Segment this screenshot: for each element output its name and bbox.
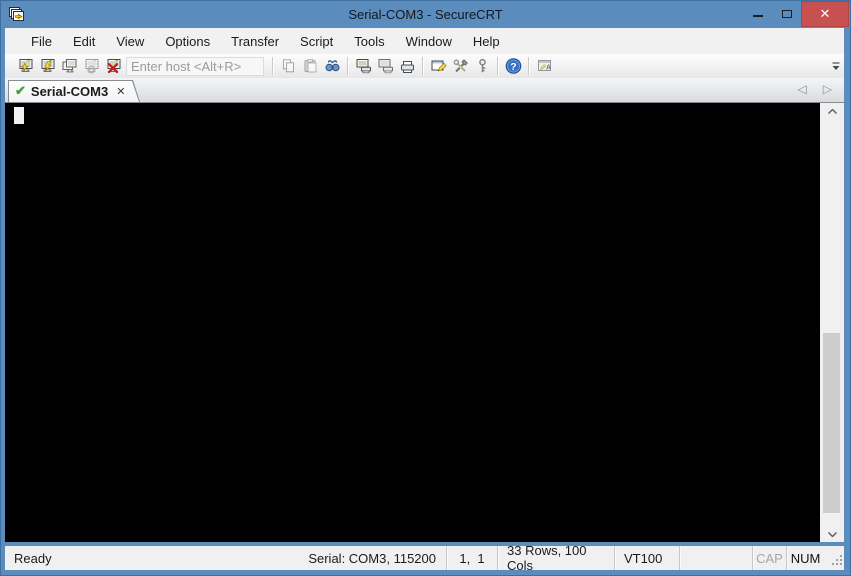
tab-content: ✔ Serial-COM3 ✕ bbox=[8, 80, 140, 102]
scroll-down-icon[interactable] bbox=[820, 526, 844, 542]
title-bar[interactable]: Serial-COM3 - SecureCRT ✕ bbox=[0, 0, 851, 28]
keymap-editor-icon[interactable] bbox=[471, 55, 493, 77]
vertical-scrollbar[interactable] bbox=[820, 103, 844, 542]
toolbar-separator bbox=[497, 57, 498, 75]
window-title: Serial-COM3 - SecureCRT bbox=[348, 6, 503, 22]
print-screen-icon[interactable] bbox=[352, 55, 374, 77]
client-area: File Edit View Options Transfer Script T… bbox=[5, 28, 844, 542]
toolbar-overflow-icon[interactable] bbox=[830, 59, 842, 73]
scrollbar-track[interactable] bbox=[820, 119, 844, 526]
tab-scroll-arrows: ◁ ▷ bbox=[798, 83, 832, 95]
tab-label: Serial-COM3 bbox=[30, 83, 109, 99]
reconnect-icon[interactable] bbox=[80, 55, 102, 77]
menu-bar: File Edit View Options Transfer Script T… bbox=[5, 28, 844, 54]
scroll-up-icon[interactable] bbox=[820, 103, 844, 119]
status-ready: Ready bbox=[14, 550, 52, 566]
tab-scroll-left-icon[interactable]: ◁ bbox=[798, 83, 807, 95]
securecrt-window: Serial-COM3 - SecureCRT ✕ File Edit View… bbox=[0, 0, 851, 576]
connect-in-tab-icon[interactable] bbox=[58, 55, 80, 77]
toolbar-separator bbox=[528, 57, 529, 75]
global-options-icon[interactable] bbox=[449, 55, 471, 77]
menu-help[interactable]: Help bbox=[464, 34, 509, 49]
status-caps-lock: CAP bbox=[756, 550, 783, 566]
svg-text:A: A bbox=[546, 65, 551, 72]
terminal-cursor bbox=[14, 107, 24, 124]
menu-transfer[interactable]: Transfer bbox=[222, 34, 288, 49]
terminal-screen[interactable] bbox=[5, 103, 820, 542]
copy-icon[interactable] bbox=[277, 55, 299, 77]
resize-grip[interactable] bbox=[824, 546, 844, 570]
scrollbar-thumb[interactable] bbox=[823, 333, 840, 513]
tab-bar: ✔ Serial-COM3 ✕ ◁ ▷ bbox=[5, 78, 844, 103]
quick-connect-host-input[interactable] bbox=[126, 56, 264, 76]
app-icon[interactable] bbox=[8, 6, 25, 23]
window-controls: ✕ bbox=[743, 0, 851, 28]
menu-view[interactable]: View bbox=[107, 34, 153, 49]
connect-dialog-icon[interactable] bbox=[14, 55, 36, 77]
toolbar-separator bbox=[272, 57, 273, 75]
menu-file[interactable]: File bbox=[22, 34, 61, 49]
minimize-icon bbox=[752, 14, 763, 17]
maximize-icon bbox=[781, 9, 792, 18]
terminal-row bbox=[5, 103, 844, 542]
tab-serial-com3[interactable]: ✔ Serial-COM3 ✕ bbox=[8, 80, 140, 102]
close-icon: ✕ bbox=[819, 6, 831, 21]
session-options-icon[interactable] bbox=[427, 55, 449, 77]
status-emulation: VT100 bbox=[624, 550, 663, 566]
tab-close-icon[interactable]: ✕ bbox=[116, 85, 125, 98]
print-icon[interactable] bbox=[396, 55, 418, 77]
toolbar: ? A bbox=[5, 54, 844, 78]
toolbar-separator bbox=[347, 57, 348, 75]
maximize-button[interactable] bbox=[772, 0, 801, 27]
paste-icon[interactable] bbox=[299, 55, 321, 77]
command-window-icon[interactable]: A bbox=[533, 55, 555, 77]
menu-options[interactable]: Options bbox=[156, 34, 219, 49]
menu-window[interactable]: Window bbox=[397, 34, 461, 49]
find-icon[interactable] bbox=[321, 55, 343, 77]
status-empty-section bbox=[680, 546, 752, 570]
status-num-lock: NUM bbox=[790, 550, 821, 566]
print-selection-icon[interactable] bbox=[374, 55, 396, 77]
svg-text:?: ? bbox=[510, 61, 516, 73]
connected-check-icon: ✔ bbox=[15, 83, 26, 98]
menu-tools[interactable]: Tools bbox=[345, 34, 393, 49]
toolbar-separator bbox=[422, 57, 423, 75]
status-grid-size: 33 Rows, 100 Cols bbox=[507, 543, 587, 573]
help-icon[interactable]: ? bbox=[502, 55, 524, 77]
status-serial-connection: Serial: COM3, 115200 bbox=[308, 550, 436, 566]
menu-edit[interactable]: Edit bbox=[64, 34, 104, 49]
menu-script[interactable]: Script bbox=[291, 34, 342, 49]
close-button[interactable]: ✕ bbox=[801, 1, 849, 27]
quick-connect-icon[interactable] bbox=[36, 55, 58, 77]
status-cursor-position: 1, 1 bbox=[459, 550, 485, 566]
tab-scroll-right-icon[interactable]: ▷ bbox=[823, 83, 832, 95]
minimize-button[interactable] bbox=[743, 0, 772, 27]
status-bar: Ready Serial: COM3, 115200 1, 1 33 Rows,… bbox=[5, 543, 844, 573]
disconnect-icon[interactable] bbox=[102, 55, 124, 77]
